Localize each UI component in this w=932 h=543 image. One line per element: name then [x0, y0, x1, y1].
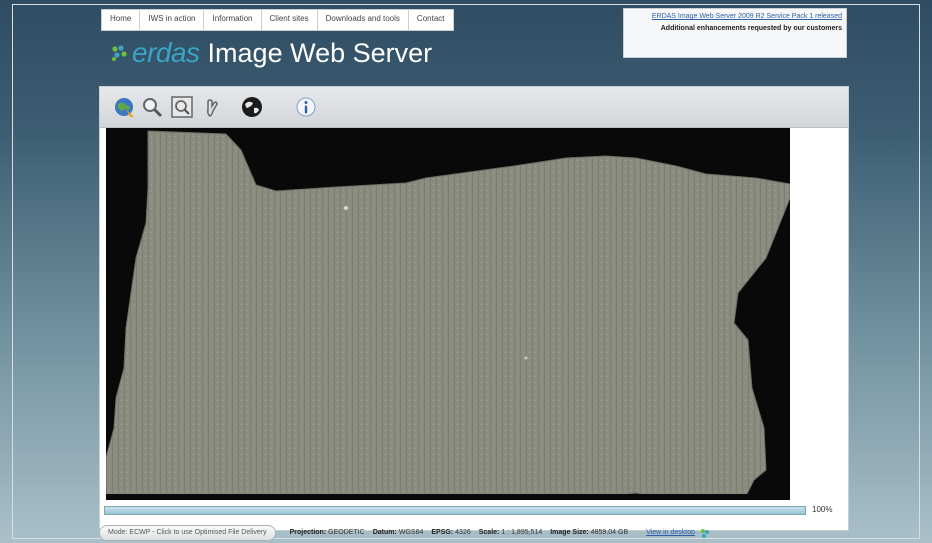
nav-information[interactable]: Information [204, 10, 262, 30]
mode-toggle-button[interactable]: Mode: ECWP - Click to use Optimised File… [99, 524, 276, 541]
map-imagery [106, 128, 790, 500]
map-toolbar [100, 87, 848, 128]
info-icon[interactable] [294, 95, 318, 119]
world-icon[interactable] [240, 95, 264, 119]
zoom-box-icon[interactable] [170, 95, 194, 119]
globe-navigate-icon[interactable] [112, 95, 136, 119]
image-size-stat: Image Size: 4859.04 GB [550, 529, 629, 536]
map-viewport[interactable] [106, 128, 790, 500]
scale-stat: Scale: 1 : 1,895,514 [478, 529, 543, 536]
epsg-stat: EPSG: 4326 [431, 529, 471, 536]
datum-stat: Datum: WGS84 [372, 529, 424, 536]
news-notice: ERDAS Image Web Server 2009 R2 Service P… [623, 8, 847, 58]
nav-home[interactable]: Home [102, 10, 141, 30]
load-progress-bar [104, 506, 806, 515]
status-bar: Mode: ECWP - Click to use Optimised File… [99, 524, 849, 541]
load-progress-label: 100% [812, 505, 833, 514]
viewer-panel: 100% [99, 86, 849, 531]
news-text: Additional enhancements requested by our… [660, 25, 842, 32]
nav-iws-in-action[interactable]: IWS in action [140, 10, 205, 30]
zoom-icon[interactable] [140, 95, 164, 119]
logo-brand-text: erdas [132, 37, 200, 68]
nav-contact[interactable]: Contact [409, 10, 453, 30]
news-link[interactable]: ERDAS Image Web Server 2009 R2 Service P… [628, 12, 842, 22]
logo-product: Image Web Server [207, 37, 433, 68]
desktop-app-icon[interactable] [699, 527, 711, 539]
nav-client-sites[interactable]: Client sites [262, 10, 318, 30]
pan-hand-icon[interactable] [200, 95, 224, 119]
top-nav: Home IWS in action Information Client si… [101, 9, 454, 31]
logo: erdas Image Web Server [110, 36, 432, 70]
logo-brand: erdas [110, 37, 200, 69]
projection-stat: Projection: GEODETIC [289, 529, 365, 536]
view-in-desktop-link[interactable]: View in desktop [646, 529, 695, 536]
load-progress-fill [105, 507, 805, 514]
nav-downloads[interactable]: Downloads and tools [318, 10, 409, 30]
erdas-mark-icon [112, 45, 127, 61]
